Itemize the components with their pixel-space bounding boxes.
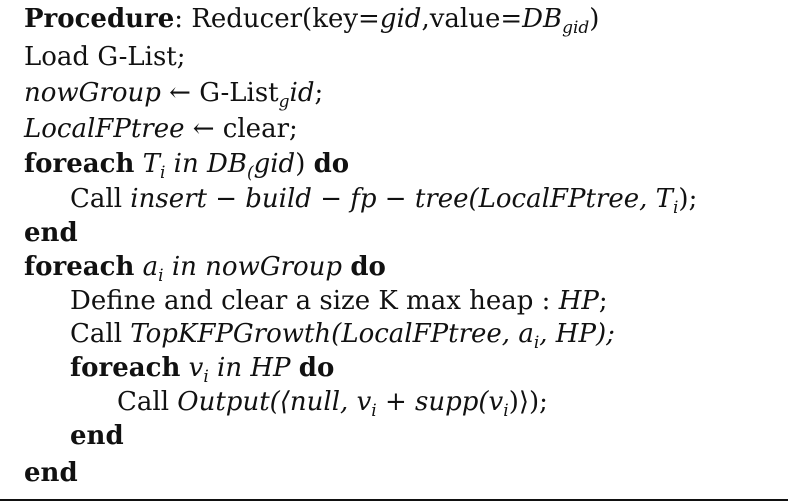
header-close: )	[589, 4, 600, 34]
localfptree-var: LocalFPtree	[24, 114, 185, 144]
line-load-glist: Load G-List;	[24, 42, 186, 72]
do-keyword: do	[350, 252, 386, 282]
ti-subscript: i	[159, 163, 166, 183]
gid-var: gid	[253, 149, 296, 179]
line-call-output: Call Output(⟨null, vi + supp(vi)⟩);	[117, 385, 548, 428]
value-label: ,value=	[421, 4, 523, 34]
output-mid: + supp(v	[376, 387, 504, 417]
foreach-close: )	[295, 149, 306, 179]
algorithm-block: Procedure: Reducer(key=gid,value=DBgid) …	[0, 0, 788, 501]
in-db: in DB	[173, 149, 247, 179]
key-variable: gid	[379, 4, 422, 34]
output-end: )⟩);	[508, 387, 548, 417]
foreach-keyword: foreach	[24, 149, 135, 179]
do-keyword: do	[313, 149, 350, 179]
line-end-3: end	[24, 458, 78, 488]
glist-id: id	[289, 78, 315, 108]
ti-var: T	[142, 149, 160, 179]
hp-var: HP	[558, 286, 599, 316]
glist-subscript: g	[278, 92, 290, 112]
line-end-2: end	[70, 421, 124, 451]
foreach-keyword: foreach	[70, 353, 181, 383]
output-expr: Output(⟨null, v	[177, 387, 372, 417]
vi-subscript: i	[203, 367, 209, 387]
nowgroup-end: ;	[314, 78, 324, 108]
line-localfptree: LocalFPtree ← clear;	[24, 112, 298, 146]
procedure-keyword: Procedure	[24, 4, 175, 34]
foreach-keyword: foreach	[24, 252, 135, 282]
procedure-header: Procedure: Reducer(key=gid,value=DBgid)	[24, 2, 599, 45]
call-label: Call	[70, 319, 131, 349]
localfptree-assign: ← clear;	[184, 114, 298, 144]
nowgroup-var: nowGroup	[24, 78, 161, 108]
procedure-name: Reducer(key=	[191, 4, 380, 34]
db-paren-subscript: (	[246, 163, 254, 183]
define-text: Define and clear a size K max heap :	[70, 286, 559, 316]
ai-subscript: i	[158, 266, 164, 286]
topk-expr: TopKFPGrowth(LocalFPtree, a	[130, 319, 534, 349]
insert-expr: insert − build − fp − tree(LocalFPtree, …	[130, 184, 673, 214]
call-label: Call	[117, 387, 178, 417]
do-keyword: do	[298, 353, 335, 383]
db-variable: DB	[522, 4, 563, 34]
define-end: ;	[598, 286, 608, 316]
call-label: Call	[70, 184, 131, 214]
ai-var: a	[142, 252, 159, 282]
insert-end: );	[678, 184, 698, 214]
line-end-1: end	[24, 218, 78, 248]
in-nowgroup: in nowGroup	[171, 252, 343, 282]
nowgroup-assign: ← G-List	[160, 78, 279, 108]
line-call-insert: Call insert − build − fp − tree(LocalFPt…	[70, 182, 697, 225]
in-hp: in HP	[217, 353, 291, 383]
db-subscript: gid	[562, 18, 590, 38]
topk-end: , HP);	[539, 319, 615, 349]
line-define-heap: Define and clear a size K max heap : HP;	[70, 284, 608, 318]
vi-var: v	[188, 353, 204, 383]
procedure-colon: :	[174, 4, 184, 34]
